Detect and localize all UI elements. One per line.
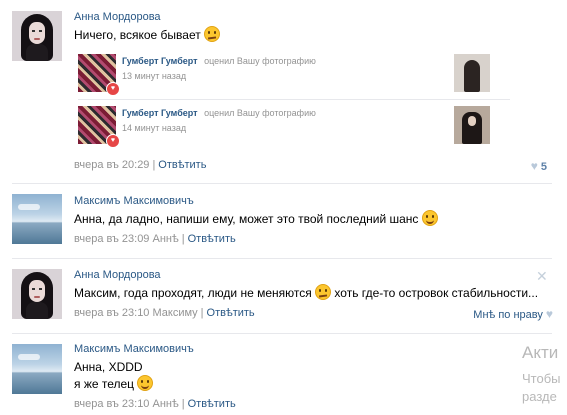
comment-meta: вчера въ 23:10 Максиму | Отвѣтить (74, 307, 255, 319)
comment-text-line-1: Анна, XDDD (74, 360, 143, 374)
reply-to[interactable]: Аннѣ (153, 398, 179, 410)
notification-item[interactable]: ♥ Гумберт Гумберт оценил Вашу фотографию… (74, 52, 510, 98)
smile-emoji-icon (137, 375, 154, 391)
comment-text: Ничего, всякое бывает (74, 26, 221, 43)
comment-1: Анна Мордорова Ничего, всякое бывает ♥ Г… (0, 0, 567, 180)
reply-to[interactable]: Максиму (153, 307, 198, 319)
liked-photo[interactable] (454, 106, 490, 144)
heart-icon: ♥ (106, 82, 120, 96)
smirk-emoji-icon (315, 284, 332, 300)
comment-date[interactable]: вчера въ 23:09 (74, 233, 149, 245)
comment-date[interactable]: вчера въ 23:10 (74, 398, 149, 410)
activation-watermark-title: Акти (522, 343, 559, 362)
like-button[interactable]: Мнѣ по нраву ♥ (473, 307, 553, 321)
notification-time: 13 минут назад (122, 71, 187, 81)
comment-meta: вчера въ 23:09 Аннѣ | Отвѣтить (74, 233, 236, 245)
divider (78, 99, 510, 100)
comment-meta: вчера въ 20:29 | Отвѣтить (74, 159, 207, 171)
avatar[interactable] (12, 269, 62, 319)
heart-icon: ♥ (530, 159, 538, 173)
comment-date[interactable]: вчера въ 23:10 (74, 307, 149, 319)
comment-3: Анна Мордорова Максим, года проходят, лю… (0, 259, 567, 333)
comment-author[interactable]: Анна Мордорова (74, 11, 161, 23)
comment-text-line-2: я же телец (74, 375, 154, 392)
notification-action: оценил Вашу фотографию (204, 56, 316, 66)
comment-author[interactable]: Максимъ Максимовичъ (74, 343, 194, 355)
notification-item[interactable]: ♥ Гумберт Гумберт оценил Вашу фотографию… (74, 104, 510, 150)
heart-icon: ♥ (106, 134, 120, 148)
notification-action: оценил Вашу фотографию (204, 108, 316, 118)
reply-to[interactable]: Аннѣ (153, 233, 179, 245)
reply-link[interactable]: Отвѣтить (188, 233, 236, 245)
smirk-emoji-icon (204, 26, 221, 42)
liked-photo[interactable] (454, 54, 490, 92)
notification-user[interactable]: Гумберт Гумберт (122, 108, 198, 118)
notification-user[interactable]: Гумберт Гумберт (122, 56, 198, 66)
comment-date[interactable]: вчера въ 20:29 (74, 159, 149, 171)
comment-2: Максимъ Максимовичъ Анна, да ладно, напи… (0, 184, 567, 258)
activation-watermark-line: Чтобы (522, 371, 561, 386)
comment-text: Максим, года проходят, люди не меняются … (74, 284, 539, 300)
like-count: 5 (540, 161, 547, 173)
notification-time: 14 минут назад (122, 123, 187, 133)
comment-text: Анна, да ладно, напиши ему, может это тв… (74, 210, 438, 227)
reply-link[interactable]: Отвѣтить (188, 398, 236, 410)
avatar[interactable] (12, 344, 62, 394)
like-counter[interactable]: ♥ 5 (531, 159, 547, 173)
comment-author[interactable]: Максимъ Максимовичъ (74, 195, 194, 207)
activation-watermark-line: разде (522, 389, 557, 404)
comment-meta: вчера въ 23:10 Аннѣ | Отвѣтить (74, 398, 236, 410)
close-icon[interactable]: ✕ (536, 268, 548, 285)
smile-emoji-icon (421, 210, 438, 226)
avatar[interactable] (12, 194, 62, 244)
comment-author[interactable]: Анна Мордорова (74, 269, 161, 281)
like-label: Мнѣ по нраву (473, 309, 543, 321)
heart-icon: ♥ (545, 307, 553, 321)
comment-4: Максимъ Максимовичъ Анна, XDDD я же теле… (0, 334, 567, 415)
reply-link[interactable]: Отвѣтить (158, 159, 206, 171)
reply-link[interactable]: Отвѣтить (207, 307, 255, 319)
avatar[interactable] (12, 11, 62, 61)
